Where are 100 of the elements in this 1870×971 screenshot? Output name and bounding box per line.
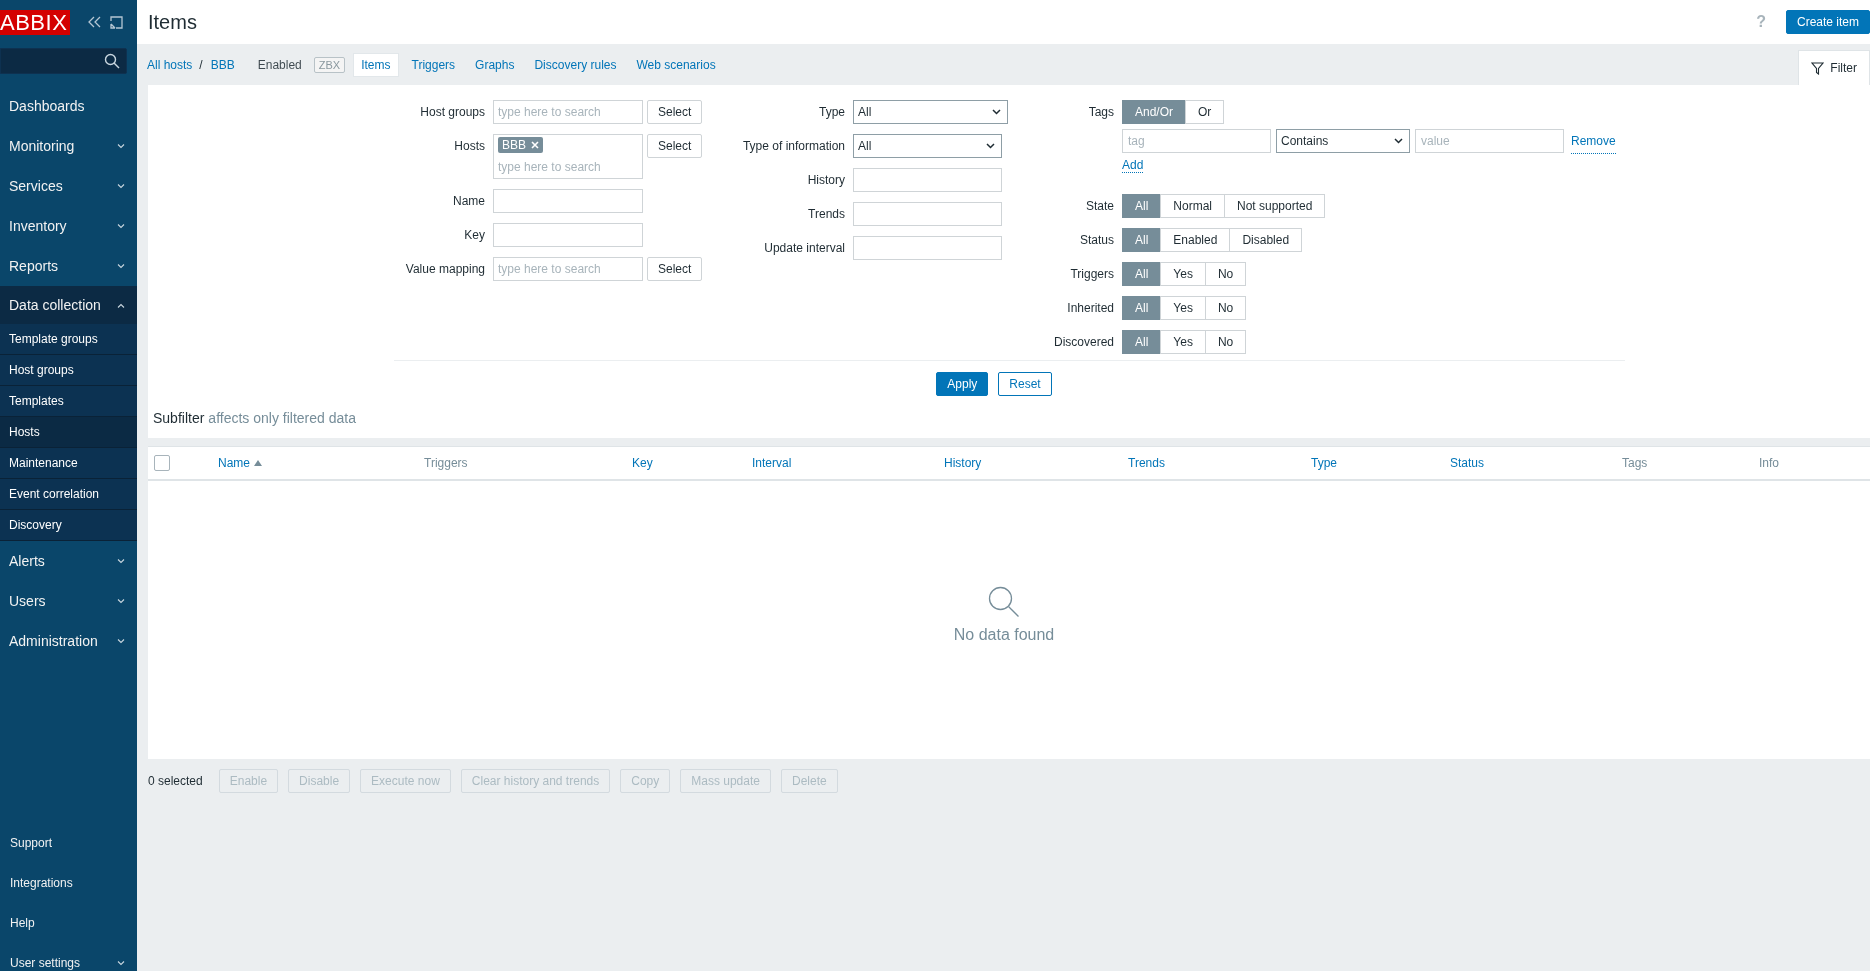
radio-option[interactable]: Or <box>1185 100 1225 124</box>
menu-item[interactable]: Integrations <box>0 863 137 903</box>
text-field[interactable] <box>853 236 1002 260</box>
menu-item[interactable]: Data collection <box>0 286 137 324</box>
menu-item[interactable]: Reports <box>0 246 137 286</box>
field-label: Value mapping <box>404 261 485 278</box>
field-label: Status <box>1078 232 1114 249</box>
select-all-checkbox[interactable] <box>154 455 170 471</box>
breadcrumb-separator: / <box>198 57 204 72</box>
tab[interactable]: Discovery rules <box>527 53 624 76</box>
radio-option[interactable]: All <box>1122 194 1162 218</box>
text-field[interactable] <box>493 223 643 247</box>
column-header[interactable]: Name <box>218 456 250 470</box>
multiselect-field[interactable]: BBB type here to search <box>493 134 643 179</box>
chevron-down-icon <box>986 143 995 149</box>
text-field[interactable] <box>853 168 1002 192</box>
column-header[interactable]: Interval <box>752 456 792 470</box>
menu-item[interactable]: Support <box>0 823 137 863</box>
collapse-icon[interactable] <box>88 16 103 28</box>
field-label: Triggers <box>1069 266 1114 283</box>
radio-option[interactable]: Enabled <box>1160 228 1231 252</box>
column-header[interactable]: Trends <box>1128 456 1165 470</box>
add-link[interactable]: Add <box>1122 158 1144 173</box>
create-item-button[interactable]: Create item <box>1785 10 1870 34</box>
radio-option[interactable]: No <box>1204 330 1247 354</box>
text-field[interactable] <box>493 189 643 213</box>
radio-option[interactable]: Normal <box>1160 194 1225 218</box>
kiosk-mode-icon[interactable] <box>110 15 124 29</box>
tab[interactable]: Web scenarios <box>629 53 723 76</box>
placeholder: type here to search <box>498 261 601 278</box>
dropdown[interactable]: Contains <box>1276 129 1410 153</box>
text-field[interactable] <box>853 202 1002 226</box>
field-label: Type <box>818 104 845 121</box>
host-chip: BBB <box>498 137 543 153</box>
availability-tag: ZBX <box>313 56 346 73</box>
field-label: Type of information <box>741 138 845 155</box>
radio-option[interactable]: Yes <box>1160 296 1206 320</box>
menu-item[interactable]: Administration <box>0 621 137 661</box>
submenu-item[interactable]: Host groups <box>0 355 137 386</box>
radio-option[interactable]: Not supported <box>1224 194 1326 218</box>
menu-item[interactable]: Services <box>0 166 137 206</box>
submenu-item[interactable]: Discovery <box>0 510 137 541</box>
breadcrumb-link[interactable]: All hosts <box>143 57 196 72</box>
column-header[interactable]: History <box>944 456 982 470</box>
chevron-down-icon <box>992 109 1001 115</box>
menu-item[interactable]: Monitoring <box>0 126 137 166</box>
menu-item[interactable]: Users <box>0 581 137 621</box>
menu-item[interactable]: Inventory <box>0 206 137 246</box>
empty-message: No data found <box>953 626 1055 644</box>
submenu-item[interactable]: Maintenance <box>0 448 137 479</box>
radio-option[interactable]: All <box>1122 296 1162 320</box>
tab[interactable]: Triggers <box>404 53 463 76</box>
submenu-item[interactable]: Template groups <box>0 324 137 355</box>
radio-option[interactable]: All <box>1122 330 1162 354</box>
remove-icon[interactable] <box>531 141 539 149</box>
radio-option[interactable]: Disabled <box>1229 228 1303 252</box>
submenu-item[interactable]: Templates <box>0 386 137 417</box>
caret-icon <box>117 638 125 644</box>
radio-option[interactable]: All <box>1122 262 1162 286</box>
radio-option[interactable]: Yes <box>1160 262 1206 286</box>
apply-button[interactable]: Apply <box>936 372 989 396</box>
column-header[interactable]: Info <box>1759 456 1779 470</box>
radio-option[interactable]: All <box>1122 228 1162 252</box>
search-icon[interactable] <box>104 53 120 69</box>
breadcrumb-link[interactable]: BBB <box>206 57 238 72</box>
field-label: Host groups <box>419 104 485 121</box>
select-button[interactable]: Select <box>647 257 703 281</box>
menu-item[interactable]: Dashboards <box>0 86 137 126</box>
select-button[interactable]: Select <box>647 134 703 158</box>
field-label: Hosts <box>453 138 485 155</box>
column-header[interactable]: Status <box>1450 456 1485 470</box>
column-header[interactable]: Tags <box>1622 456 1648 470</box>
radio-option[interactable]: No <box>1204 262 1247 286</box>
logo[interactable]: ABBIX <box>0 9 71 35</box>
subfilter-label: Subfilter <box>153 410 205 426</box>
reset-button[interactable]: Reset <box>998 372 1052 396</box>
menu-item[interactable]: User settings <box>0 943 137 971</box>
caret-icon <box>117 558 125 564</box>
field-label: History <box>806 172 845 189</box>
column-header[interactable]: Type <box>1311 456 1337 470</box>
radio-option[interactable]: Yes <box>1160 330 1206 354</box>
dropdown[interactable]: All <box>853 100 1008 124</box>
column-header[interactable]: Key <box>632 456 653 470</box>
remove-link[interactable]: Remove <box>1571 129 1616 154</box>
column-header[interactable]: Triggers <box>424 456 468 470</box>
submenu-item[interactable]: Hosts <box>0 417 137 448</box>
placeholder: type here to search <box>498 104 601 121</box>
tab[interactable]: Items <box>353 52 399 77</box>
radio-option[interactable]: No <box>1204 296 1247 320</box>
radio-option[interactable]: And/Or <box>1122 100 1186 124</box>
menu-item[interactable]: Help <box>0 903 137 943</box>
filter-tab[interactable]: Filter <box>1798 50 1870 85</box>
menu-item[interactable]: Alerts <box>0 541 137 581</box>
select-button[interactable]: Select <box>647 100 703 124</box>
tab[interactable]: Graphs <box>468 53 522 76</box>
dropdown[interactable]: All <box>853 134 1002 158</box>
search-field[interactable] <box>0 48 127 74</box>
caret-icon <box>117 183 125 189</box>
selected-count: 0 selected <box>148 774 203 788</box>
submenu-item[interactable]: Event correlation <box>0 479 137 510</box>
